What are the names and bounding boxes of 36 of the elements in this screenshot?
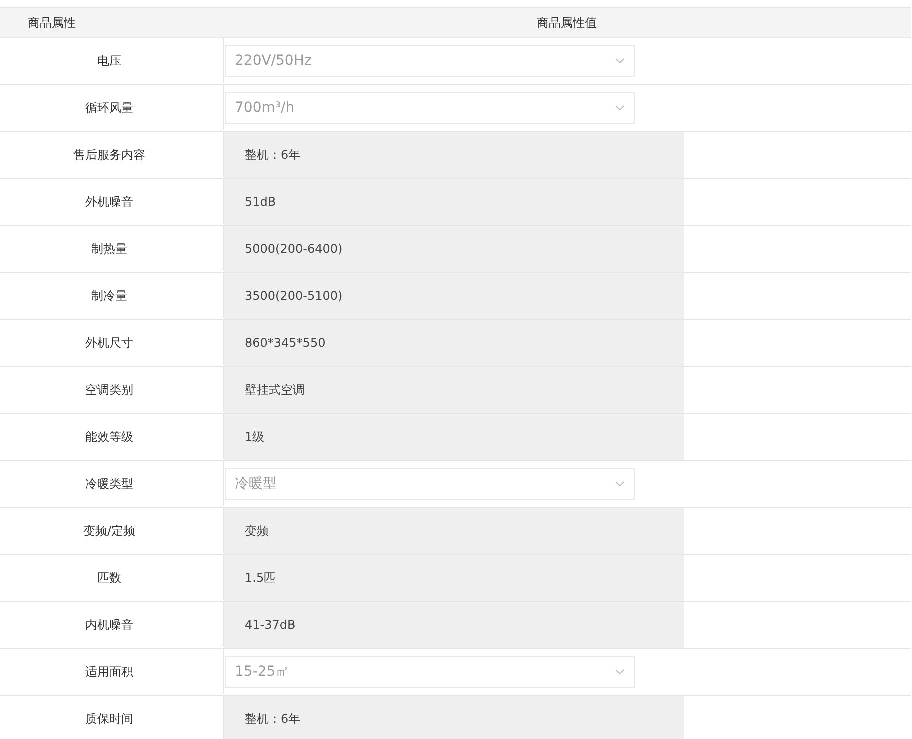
chevron-down-icon <box>615 481 625 487</box>
attribute-label: 适用面积 <box>84 664 134 680</box>
chevron-down-icon <box>615 669 625 675</box>
value-cell: 3500(200-5100) <box>224 273 684 319</box>
attribute-label: 售后服务内容 <box>72 146 146 164</box>
attribute-label: 质保时间 <box>84 710 134 728</box>
value-cell: 860*345*550 <box>224 320 684 366</box>
attribute-label: 内机噪音 <box>84 616 134 634</box>
attribute-label: 外机噪音 <box>84 194 134 210</box>
value-cell: 1.5匹 <box>224 555 684 601</box>
value-cell: 1级 <box>224 414 684 460</box>
attribute-label: 外机尺寸 <box>84 334 134 352</box>
value-cell: 51dB <box>224 179 684 225</box>
attribute-label: 能效等级 <box>84 428 134 446</box>
value-cell: 变频 <box>224 508 684 554</box>
column-header: 商品属性值 <box>536 14 598 32</box>
attribute-label: 制热量 <box>90 240 128 258</box>
attribute-label: 制冷量 <box>90 288 128 304</box>
chevron-down-icon <box>615 58 625 64</box>
column-header: 商品属性 <box>27 14 77 32</box>
attribute-label: 冷暖类型 <box>84 476 134 492</box>
attribute-label: 空调类别 <box>84 382 134 398</box>
value-cell: 整机：6年 <box>224 696 684 739</box>
attribute-label: 循环风量 <box>84 100 134 116</box>
value-cell: 5000(200-6400) <box>224 226 684 272</box>
value-cell: 整机：6年 <box>224 132 684 178</box>
value-cell: 壁挂式空调 <box>224 367 684 413</box>
attribute-label: 匹数 <box>96 570 122 586</box>
value-cell: 41-37dB <box>224 602 684 648</box>
dropdown-select[interactable]: 15-25㎡ <box>225 656 635 688</box>
chevron-down-icon <box>615 105 625 111</box>
attribute-label: 变频/定频 <box>82 522 137 540</box>
attribute-label: 电压 <box>96 52 122 70</box>
dropdown-select[interactable]: 冷暖型 <box>225 468 635 500</box>
dropdown-select[interactable]: 700m³/h <box>225 92 635 124</box>
dropdown-select[interactable]: 220V/50Hz <box>225 45 635 77</box>
